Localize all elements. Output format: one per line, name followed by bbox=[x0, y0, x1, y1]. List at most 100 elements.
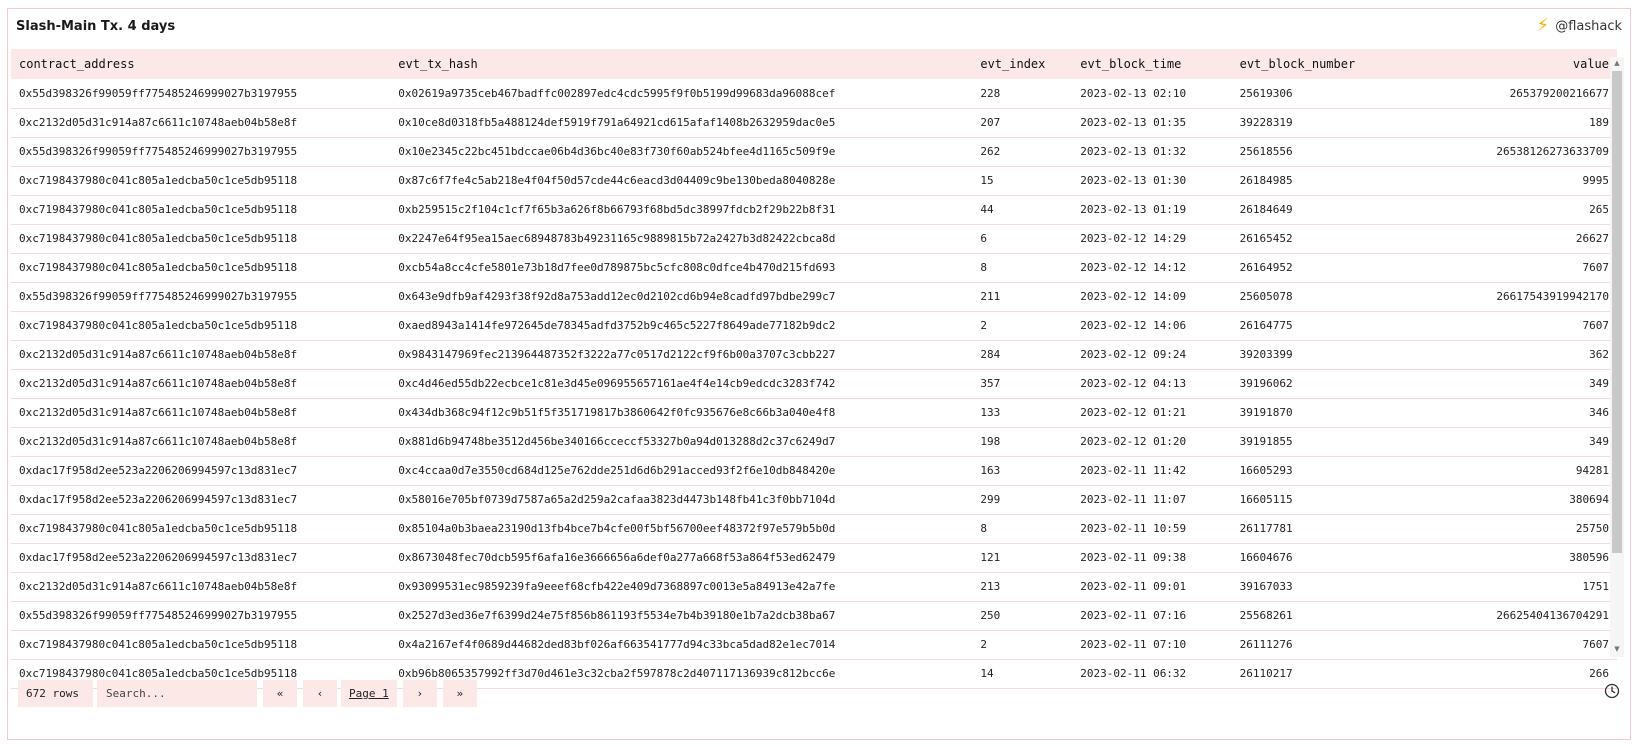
cell-evt-block-time: 2023-02-12 09:24 bbox=[1080, 348, 1187, 361]
table-row[interactable]: 0xc7198437980c041c805a1edcba50c1ce5db951… bbox=[11, 311, 1617, 340]
table-row[interactable]: 0xc7198437980c041c805a1edcba50c1ce5db951… bbox=[11, 630, 1617, 659]
cell-evt-block-time: 2023-02-13 02:10 bbox=[1080, 86, 1187, 100]
table-row[interactable]: 0xdac17f958d2ee523a2206206994597c13d831e… bbox=[11, 485, 1617, 514]
cell-evt-block-number: 26164952 bbox=[1239, 261, 1293, 274]
cell-evt-block-number: 26164775 bbox=[1239, 319, 1293, 332]
table-row[interactable]: 0xc7198437980c041c805a1edcba50c1ce5db951… bbox=[11, 253, 1617, 282]
cell-value: 266 bbox=[1589, 667, 1609, 680]
cell-evt-index: 8 bbox=[980, 522, 987, 535]
table-row[interactable]: 0xc2132d05d31c914a87c6611c10748aeb04b58e… bbox=[11, 427, 1617, 456]
cell-evt-block-time: 2023-02-12 14:12 bbox=[1080, 261, 1187, 274]
cell-evt-block-time: 2023-02-12 14:29 bbox=[1080, 232, 1187, 245]
cell-value: 380694 bbox=[1569, 493, 1609, 506]
next-page-button[interactable]: › bbox=[402, 679, 437, 707]
cell-value: 380596 bbox=[1569, 551, 1609, 564]
column-header-evt-block-number[interactable]: evt_block_number bbox=[1232, 49, 1393, 79]
brand-link[interactable]: ⚡ @flashack bbox=[1537, 17, 1622, 35]
panel-header: Slash-Main Tx. 4 days ⚡ @flashack bbox=[8, 9, 1630, 49]
cell-evt-index: 262 bbox=[980, 145, 1001, 158]
table-row[interactable]: 0xc7198437980c041c805a1edcba50c1ce5db951… bbox=[11, 514, 1617, 543]
cell-evt-block-time: 2023-02-11 11:42 bbox=[1080, 464, 1187, 477]
scroll-up-arrow-icon[interactable]: ▲ bbox=[1612, 59, 1622, 69]
cell-value: 265 bbox=[1589, 203, 1609, 216]
cell-evt-index: 163 bbox=[980, 464, 1001, 477]
cell-evt-tx-hash: 0x2247e64f95ea15aec68948783b49231165c988… bbox=[398, 232, 836, 245]
cell-evt-block-time: 2023-02-12 04:13 bbox=[1080, 377, 1187, 390]
table-row[interactable]: 0xdac17f958d2ee523a2206206994597c13d831e… bbox=[11, 456, 1617, 485]
cell-evt-index: 284 bbox=[980, 348, 1001, 361]
scroll-thumb[interactable] bbox=[1612, 71, 1622, 553]
panel-title: Slash-Main Tx. 4 days bbox=[16, 19, 176, 34]
table-row[interactable]: 0xc7198437980c041c805a1edcba50c1ce5db951… bbox=[11, 195, 1617, 224]
cell-contract-address: 0x55d398326f99059ff775485246999027b31979… bbox=[19, 290, 298, 303]
cell-evt-tx-hash: 0x643e9dfb9af4293f38f92d8a753add12ec0d21… bbox=[398, 290, 836, 303]
cell-value: 26625404136704291 bbox=[1496, 609, 1609, 622]
clock-icon[interactable] bbox=[1604, 683, 1620, 699]
search-input[interactable] bbox=[97, 679, 257, 707]
cell-evt-block-number: 25568261 bbox=[1239, 609, 1293, 622]
previous-page-button[interactable]: ‹ bbox=[303, 679, 337, 707]
results-table: contract_address evt_tx_hash evt_index e… bbox=[11, 49, 1617, 689]
cell-evt-index: 213 bbox=[980, 580, 1001, 593]
cell-evt-tx-hash: 0xcb54a8cc4cfe5801e73b18d7fee0d789875bc5… bbox=[398, 261, 836, 274]
table-row[interactable]: 0xc7198437980c041c805a1edcba50c1ce5db951… bbox=[11, 224, 1617, 253]
cell-evt-tx-hash: 0xb96b8065357992ff3d70d461e3c32cba2f5978… bbox=[398, 667, 836, 680]
table-body: 0x55d398326f99059ff775485246999027b31979… bbox=[11, 79, 1617, 688]
cell-evt-tx-hash: 0x87c6f7fe4c5ab218e4f04f50d57cde44c6eacd… bbox=[398, 174, 836, 187]
table-row[interactable]: 0xc2132d05d31c914a87c6611c10748aeb04b58e… bbox=[11, 572, 1617, 601]
table-row[interactable]: 0x55d398326f99059ff775485246999027b31979… bbox=[11, 137, 1617, 166]
cell-evt-index: 198 bbox=[980, 435, 1001, 448]
cell-value: 349 bbox=[1589, 435, 1609, 448]
cell-evt-block-number: 16605115 bbox=[1239, 493, 1293, 506]
cell-contract-address: 0x55d398326f99059ff775485246999027b31979… bbox=[19, 86, 298, 100]
column-header-value[interactable]: value bbox=[1393, 49, 1617, 79]
table-row[interactable]: 0xc2132d05d31c914a87c6611c10748aeb04b58e… bbox=[11, 108, 1617, 137]
cell-evt-tx-hash: 0xc4d46ed55db22ecbce1c81e3d45e0969556571… bbox=[398, 377, 836, 390]
table-row[interactable]: 0x55d398326f99059ff775485246999027b31979… bbox=[11, 601, 1617, 630]
cell-value: 7607 bbox=[1582, 319, 1610, 332]
cell-evt-tx-hash: 0x10ce8d0318fb5a488124def5919f791a64921c… bbox=[398, 116, 836, 129]
table-row[interactable]: 0xdac17f958d2ee523a2206206994597c13d831e… bbox=[11, 543, 1617, 572]
cell-evt-tx-hash: 0xaed8943a1414fe972645de78345adfd3752b9c… bbox=[398, 319, 836, 332]
cell-value: 94281 bbox=[1575, 464, 1609, 477]
cell-contract-address: 0xdac17f958d2ee523a2206206994597c13d831e… bbox=[19, 493, 298, 506]
cell-value: 346 bbox=[1589, 406, 1609, 419]
table-row[interactable]: 0x55d398326f99059ff775485246999027b31979… bbox=[11, 79, 1617, 108]
cell-evt-block-time: 2023-02-11 09:38 bbox=[1080, 551, 1187, 564]
column-header-evt-index[interactable]: evt_index bbox=[972, 49, 1072, 79]
cell-value: 1751 bbox=[1582, 580, 1610, 593]
cell-contract-address: 0xdac17f958d2ee523a2206206994597c13d831e… bbox=[19, 551, 298, 564]
column-header-evt-block-time[interactable]: evt_block_time bbox=[1072, 49, 1231, 79]
cell-evt-block-number: 39203399 bbox=[1239, 348, 1293, 361]
table-row[interactable]: 0xc2132d05d31c914a87c6611c10748aeb04b58e… bbox=[11, 398, 1617, 427]
cell-evt-index: 357 bbox=[980, 377, 1001, 390]
cell-evt-block-number: 16605293 bbox=[1239, 464, 1293, 477]
cell-evt-tx-hash: 0x10e2345c22bc451bdccae06b4d36bc40e83f73… bbox=[398, 145, 836, 158]
cell-evt-index: 2 bbox=[980, 638, 987, 651]
first-page-button[interactable]: « bbox=[263, 679, 297, 707]
cell-evt-tx-hash: 0x02619a9735ceb467badffc002897edc4cdc599… bbox=[398, 86, 836, 100]
cell-value: 7607 bbox=[1582, 261, 1610, 274]
cell-contract-address: 0xc7198437980c041c805a1edcba50c1ce5db951… bbox=[19, 638, 298, 651]
cell-evt-block-time: 2023-02-13 01:32 bbox=[1080, 145, 1187, 158]
cell-evt-block-time: 2023-02-11 07:16 bbox=[1080, 609, 1187, 622]
cell-contract-address: 0xc2132d05d31c914a87c6611c10748aeb04b58e… bbox=[19, 406, 298, 419]
last-page-button[interactable]: » bbox=[442, 679, 477, 707]
cell-contract-address: 0xc2132d05d31c914a87c6611c10748aeb04b58e… bbox=[19, 580, 298, 593]
column-header-evt-tx-hash[interactable]: evt_tx_hash bbox=[390, 49, 972, 79]
table-row[interactable]: 0xc7198437980c041c805a1edcba50c1ce5db951… bbox=[11, 166, 1617, 195]
vertical-scrollbar[interactable]: ▲ ▼ bbox=[1610, 57, 1624, 657]
cell-evt-tx-hash: 0x434db368c94f12c9b51f5f351719817b386064… bbox=[398, 406, 836, 419]
current-page-link[interactable]: Page 1 bbox=[341, 679, 397, 707]
scroll-down-arrow-icon[interactable]: ▼ bbox=[1612, 645, 1622, 655]
cell-evt-block-number: 39196062 bbox=[1239, 377, 1293, 390]
cell-evt-index: 207 bbox=[980, 116, 1001, 129]
column-header-contract-address[interactable]: contract_address bbox=[11, 49, 390, 79]
cell-evt-block-number: 26111276 bbox=[1239, 638, 1293, 651]
table-row[interactable]: 0xc2132d05d31c914a87c6611c10748aeb04b58e… bbox=[11, 369, 1617, 398]
cell-contract-address: 0x55d398326f99059ff775485246999027b31979… bbox=[19, 609, 298, 622]
cell-evt-tx-hash: 0xb259515c2f104c1cf7f65b3a626f8b66793f68… bbox=[398, 203, 836, 216]
bolt-icon: ⚡ bbox=[1536, 15, 1550, 36]
table-row[interactable]: 0x55d398326f99059ff775485246999027b31979… bbox=[11, 282, 1617, 311]
table-row[interactable]: 0xc2132d05d31c914a87c6611c10748aeb04b58e… bbox=[11, 340, 1617, 369]
